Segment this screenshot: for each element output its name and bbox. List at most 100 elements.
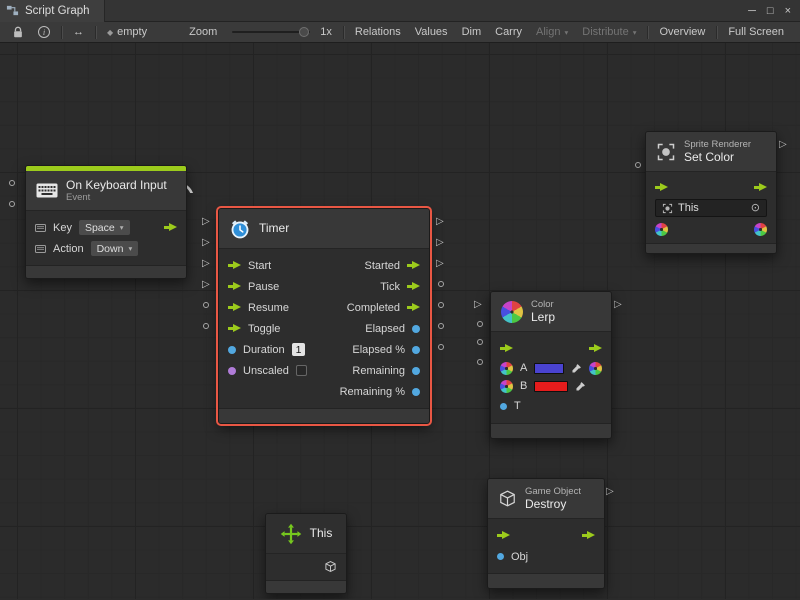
tick-flow-out-port[interactable] xyxy=(407,282,420,291)
completed-flow-out-port[interactable] xyxy=(407,303,420,312)
node-destroy[interactable]: Game Object Destroy Obj xyxy=(487,478,605,589)
tab-script-graph[interactable]: Script Graph xyxy=(0,0,105,22)
node-on-keyboard-input[interactable]: On Keyboard Input Event Key Space ▾ xyxy=(25,165,187,279)
destroy-obj-port[interactable] xyxy=(497,553,504,560)
lerp-b-swatch[interactable] xyxy=(534,381,568,392)
external-port-unscaled[interactable] xyxy=(203,323,209,329)
destroy-flow-in-port[interactable] xyxy=(497,531,510,540)
external-port-lerp-t[interactable] xyxy=(477,359,483,365)
lerp-flow-in-port[interactable] xyxy=(500,344,513,353)
close-button[interactable]: × xyxy=(785,5,791,17)
external-port-resume[interactable]: ▷ xyxy=(202,259,210,269)
external-port-action[interactable] xyxy=(9,201,15,207)
external-port-duration[interactable] xyxy=(203,302,209,308)
toggle-flow-in-port[interactable] xyxy=(228,324,241,333)
external-port-elapsed[interactable] xyxy=(438,281,444,287)
setcolor-flow-out-port[interactable] xyxy=(754,183,767,192)
node-title: Destroy xyxy=(525,497,581,511)
key-dropdown[interactable]: Space ▾ xyxy=(79,220,130,235)
setcolor-color-in-port[interactable] xyxy=(655,223,668,236)
external-port-pause[interactable]: ▷ xyxy=(202,238,210,248)
graph-asset-label[interactable]: ◆ empty xyxy=(100,22,154,43)
node-timer[interactable]: Timer Start Started Pause Tick Resume Co… xyxy=(218,208,430,424)
lock-button[interactable] xyxy=(5,26,31,39)
external-port-lerp-b[interactable] xyxy=(477,339,483,345)
maximize-button[interactable]: □ xyxy=(767,5,774,17)
node-footer xyxy=(491,423,611,438)
external-port-setcolor-flow-out[interactable]: ▷ xyxy=(779,140,787,150)
dim-button[interactable]: Dim xyxy=(455,22,489,43)
distribute-button[interactable]: Distribute ▾ xyxy=(575,22,643,43)
zoom-slider-knob[interactable] xyxy=(299,27,309,37)
external-port-lerp-flow-in[interactable]: ▷ xyxy=(474,300,482,310)
start-flow-in-port[interactable] xyxy=(228,261,241,270)
node-this[interactable]: This xyxy=(265,513,347,594)
external-port-destroy-flow-out[interactable]: ▷ xyxy=(606,487,614,497)
full-screen-button[interactable]: Full Screen xyxy=(721,22,791,43)
relations-button[interactable]: Relations xyxy=(348,22,408,43)
external-port-remaining-pct[interactable] xyxy=(438,344,444,350)
lerp-flow-out-port[interactable] xyxy=(589,344,602,353)
remaining-label: Remaining xyxy=(352,365,405,377)
row-start-started: Start Started xyxy=(219,255,429,276)
remaining-value-port[interactable] xyxy=(412,367,420,375)
eyedropper-icon[interactable] xyxy=(571,363,582,374)
zoom-slider[interactable] xyxy=(232,31,310,33)
graph-asset-name: empty xyxy=(117,22,147,43)
lerp-result-color-port[interactable] xyxy=(589,362,602,375)
node-title: This xyxy=(310,526,333,540)
external-port-tick[interactable]: ▷ xyxy=(436,238,444,248)
node-color-lerp[interactable]: Color Lerp A B xyxy=(490,291,612,439)
destroy-flow-out-port[interactable] xyxy=(582,531,595,540)
keyboard-icon xyxy=(36,183,58,198)
gameobject-cube-port[interactable] xyxy=(324,560,337,573)
event-flow-out-port[interactable] xyxy=(164,223,177,232)
overview-button[interactable]: Overview xyxy=(652,22,712,43)
eyedropper-icon[interactable] xyxy=(575,381,586,392)
external-port-elapsed-pct[interactable] xyxy=(438,302,444,308)
values-button[interactable]: Values xyxy=(408,22,455,43)
minimize-button[interactable]: ─ xyxy=(748,5,756,17)
node-footer xyxy=(646,243,776,253)
lerp-a-swatch[interactable] xyxy=(534,363,564,374)
duration-input[interactable]: 1 xyxy=(292,343,306,356)
setcolor-flow-in-port[interactable] xyxy=(655,183,668,192)
collapse-sidebars-button[interactable]: ↔ xyxy=(66,22,91,43)
external-port-started[interactable]: ▷ xyxy=(436,217,444,227)
external-port-lerp-a[interactable] xyxy=(477,321,483,327)
info-button[interactable]: i xyxy=(31,26,57,38)
started-flow-out-port[interactable] xyxy=(407,261,420,270)
toolbar-separator xyxy=(95,26,96,39)
remaining-pct-value-port[interactable] xyxy=(412,388,420,396)
lerp-b-color-port[interactable] xyxy=(500,380,513,393)
node-body: This ⊙ xyxy=(646,172,776,241)
align-button[interactable]: Align ▾ xyxy=(529,22,575,43)
external-port-toggle[interactable]: ▷ xyxy=(202,280,210,290)
external-port-remaining[interactable] xyxy=(438,323,444,329)
graph-canvas[interactable]: ▷ ▷ ▷ ▷ ▷ ▷ ▷ ▷ ▷ ▷ ▷ On Keyboard Input … xyxy=(0,43,800,599)
unscaled-value-port[interactable] xyxy=(228,367,236,375)
elapsed-pct-value-port[interactable] xyxy=(412,346,420,354)
external-port-setcolor-target[interactable] xyxy=(635,162,641,168)
elapsed-value-port[interactable] xyxy=(412,325,420,333)
external-port-lerp-flow-out[interactable]: ▷ xyxy=(614,300,622,310)
lerp-a-color-port[interactable] xyxy=(500,362,513,375)
target-object-field[interactable]: This ⊙ xyxy=(655,199,767,217)
node-header: Game Object Destroy xyxy=(488,479,604,519)
node-set-color[interactable]: Sprite Renderer Set Color This ⊙ xyxy=(645,131,777,254)
external-port-completed[interactable]: ▷ xyxy=(436,259,444,269)
node-title: On Keyboard Input xyxy=(66,178,167,192)
object-picker-icon[interactable]: ⊙ xyxy=(751,203,760,214)
carry-button[interactable]: Carry xyxy=(488,22,529,43)
duration-value-port[interactable] xyxy=(228,346,236,354)
setcolor-color-out-port[interactable] xyxy=(754,223,767,236)
graph-toolbar: i ↔ ◆ empty Zoom 1x Relations Values Dim… xyxy=(0,22,800,43)
action-dropdown[interactable]: Down ▾ xyxy=(91,241,139,256)
sprite-renderer-mini-icon xyxy=(662,203,673,214)
resume-flow-in-port[interactable] xyxy=(228,303,241,312)
lerp-t-value-port[interactable] xyxy=(500,403,507,410)
unscaled-checkbox[interactable] xyxy=(296,365,307,376)
pause-flow-in-port[interactable] xyxy=(228,282,241,291)
external-port-key[interactable] xyxy=(9,180,15,186)
external-port-start[interactable]: ▷ xyxy=(202,217,210,227)
